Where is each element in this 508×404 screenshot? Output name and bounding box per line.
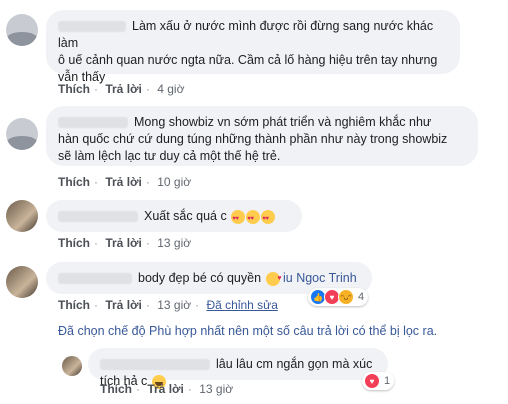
reaction-count: 4	[358, 291, 365, 303]
comment-actions: Thích · Trả lời · 13 giờ · Đã chỉnh sửa	[58, 298, 278, 312]
comment-actions: Thích · Trả lời · 4 giờ	[58, 82, 185, 96]
avatar[interactable]	[6, 200, 38, 232]
edited-label[interactable]: Đã chỉnh sửa	[206, 298, 277, 312]
comment-bubble: Mong showbiz vn sớm phát triển và nghiêm…	[46, 106, 478, 166]
reaction-summary[interactable]: 👍 ♥ ᵔᴗᵔ 4	[308, 288, 369, 306]
reply-bubble: lâu lâu cm ngắn gọn mà xúc tích hả c	[88, 348, 388, 389]
reply-button[interactable]: Trả lời	[105, 298, 142, 312]
comment-text: body đẹp bé có quyền	[138, 271, 262, 285]
avatar[interactable]	[62, 356, 82, 376]
timestamp[interactable]: 10 giờ	[157, 175, 191, 189]
heart-eyes-emoji	[231, 209, 246, 228]
kiss-emoji	[265, 270, 282, 287]
timestamp[interactable]: 4 giờ	[157, 82, 184, 96]
timestamp[interactable]: 13 giờ	[199, 382, 233, 396]
filter-notice[interactable]: Đã chọn chế độ Phù hợp nhất nên một số c…	[58, 324, 437, 338]
haha-icon: ᵔᴗᵔ	[338, 289, 354, 305]
comment-bubble: Xuất sắc quá c	[46, 200, 302, 232]
like-button[interactable]: Thích	[58, 175, 90, 189]
reaction-count: 1	[384, 375, 391, 387]
love-icon: ♥	[364, 373, 380, 389]
timestamp[interactable]: 13 giờ	[157, 298, 191, 312]
comment-actions: Thích · Trả lời · 10 giờ	[58, 175, 192, 189]
author-name[interactable]	[58, 21, 126, 33]
heart-eyes-emoji	[261, 209, 276, 228]
avatar[interactable]	[6, 118, 38, 150]
reply-button[interactable]: Trả lời	[105, 175, 142, 189]
reply-button[interactable]: Trả lời	[105, 82, 142, 96]
like-button[interactable]: Thích	[58, 298, 90, 312]
reply-actions: Thích · Trả lời · 13 giờ	[100, 382, 234, 396]
author-name[interactable]	[58, 211, 138, 223]
like-button[interactable]: Thích	[58, 82, 90, 96]
like-button[interactable]: Thích	[58, 236, 90, 250]
comment-bubble: Làm xấu ở nước mình được rồi đừng sang n…	[46, 10, 460, 84]
reaction-summary[interactable]: ♥ 1	[362, 372, 395, 390]
avatar[interactable]	[6, 14, 38, 46]
heart-eyes-emoji	[246, 209, 261, 228]
avatar[interactable]	[6, 266, 38, 298]
author-name[interactable]	[100, 359, 210, 371]
reply-button[interactable]: Trả lời	[147, 382, 184, 396]
comment-text: Xuất sắc quá c	[144, 209, 227, 223]
author-name[interactable]	[58, 117, 128, 129]
timestamp[interactable]: 13 giờ	[157, 236, 191, 250]
author-name[interactable]	[58, 273, 132, 285]
comment-actions: Thích · Trả lời · 13 giờ	[58, 236, 192, 250]
like-button[interactable]: Thích	[100, 382, 132, 396]
reply-button[interactable]: Trả lời	[105, 236, 142, 250]
mention-link[interactable]: iu Ngoc Trinh	[283, 271, 357, 285]
